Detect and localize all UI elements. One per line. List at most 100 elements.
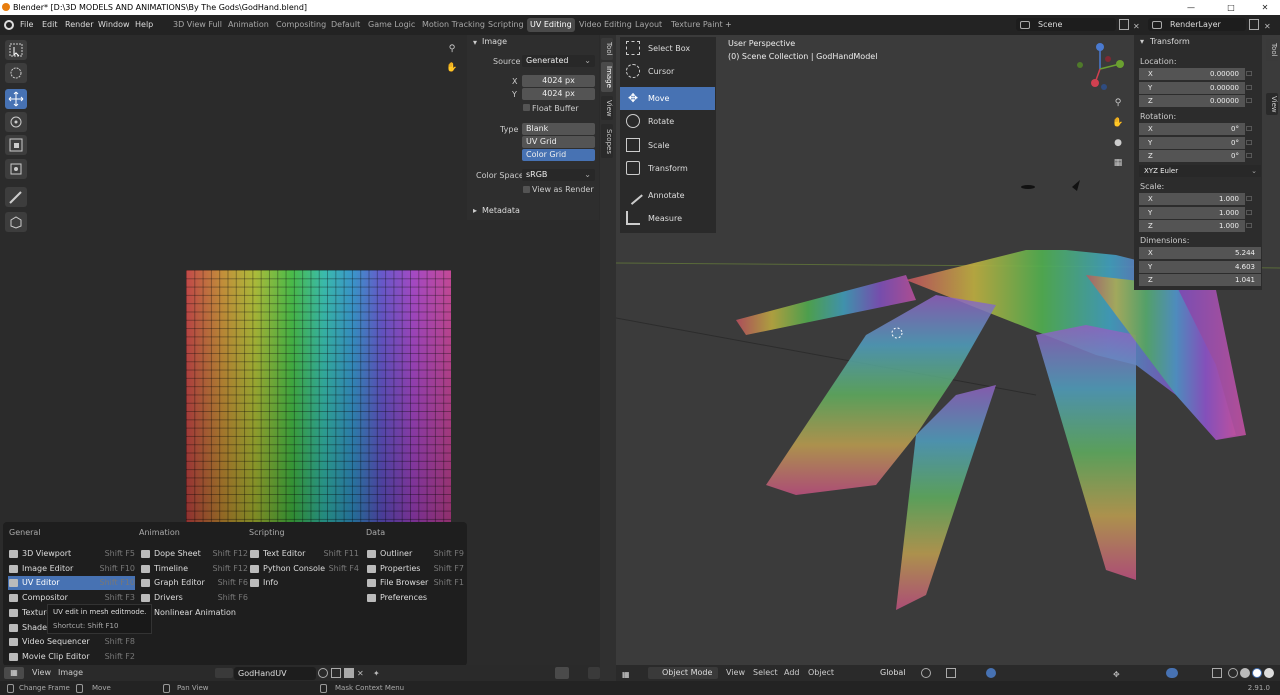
- minimize-button[interactable]: —: [1178, 0, 1204, 15]
- uv-menu-image[interactable]: Image: [58, 665, 83, 681]
- blender-menu-icon[interactable]: [4, 20, 14, 30]
- scene-selector[interactable]: Scene: [1016, 18, 1116, 31]
- tool-annotate[interactable]: Annotate: [620, 184, 715, 207]
- display-channels-button[interactable]: [588, 667, 600, 679]
- menu-item-scripting[interactable]: Python Console Shift F4: [249, 562, 359, 576]
- lock-icon[interactable]: ☐: [1246, 97, 1254, 105]
- editor-type-button[interactable]: ▦: [4, 667, 24, 679]
- menu-item-general[interactable]: Image Editor Shift F10: [8, 562, 135, 576]
- source-dropdown[interactable]: Generated ⌄: [522, 55, 595, 67]
- proportional-edit-icon[interactable]: [986, 668, 996, 678]
- tool-transform[interactable]: Transform: [620, 157, 715, 180]
- transform-tool-icon[interactable]: [5, 159, 27, 179]
- maximize-button[interactable]: □: [1218, 0, 1244, 15]
- lock-icon[interactable]: ☐: [1246, 139, 1254, 147]
- add-workspace-button[interactable]: +: [722, 18, 735, 32]
- menu-item-animation[interactable]: Graph Editor Shift F6: [140, 576, 248, 590]
- menu-item-data[interactable]: Preferences: [366, 591, 464, 605]
- new-scene-button[interactable]: [1119, 19, 1129, 30]
- location-y-field[interactable]: Y 0.00000: [1139, 81, 1245, 94]
- snap-icon[interactable]: [946, 668, 956, 678]
- dimension-z-field[interactable]: Z 1.041: [1139, 274, 1261, 286]
- scale-z-field[interactable]: Z 1.000: [1139, 220, 1245, 232]
- lock-icon[interactable]: ☐: [1246, 125, 1254, 133]
- rotation-mode-dropdown[interactable]: XYZ Euler ⌄: [1139, 165, 1261, 177]
- object-mode-dropdown[interactable]: Object Mode: [648, 667, 718, 679]
- menu-item-animation[interactable]: Nonlinear Animation: [140, 606, 248, 620]
- open-image-button[interactable]: [344, 668, 354, 678]
- dimension-x-field[interactable]: X 5.244: [1139, 247, 1261, 259]
- unlink-image-button[interactable]: ✕: [357, 666, 364, 682]
- location-x-field[interactable]: X 0.00000: [1139, 68, 1245, 80]
- menu-item-animation[interactable]: Dope Sheet Shift F12: [140, 547, 248, 561]
- image-panel-arrow-icon[interactable]: ▾: [473, 38, 477, 47]
- shading-solid-icon[interactable]: [1240, 668, 1250, 678]
- rotation-x-field[interactable]: X 0°: [1139, 123, 1245, 135]
- tab-video-editing[interactable]: Video Editing: [576, 18, 635, 32]
- tab-animation[interactable]: Animation: [225, 18, 272, 32]
- tab-scripting[interactable]: Scripting: [485, 18, 527, 32]
- lock-icon[interactable]: ☐: [1246, 70, 1254, 78]
- image-browse-button[interactable]: [215, 668, 233, 678]
- pan-hand-icon[interactable]: ✋: [1110, 115, 1126, 131]
- transform-arrow-icon[interactable]: ▾: [1140, 37, 1144, 46]
- menu-item-data[interactable]: File Browser Shift F1: [366, 576, 464, 590]
- side-tab-view[interactable]: View: [601, 96, 613, 120]
- size-x-field[interactable]: 4024 px: [522, 75, 595, 87]
- tab-motion-tracking[interactable]: Motion Tracking: [419, 18, 488, 32]
- menu-item-data[interactable]: Outliner Shift F9: [366, 547, 464, 561]
- xray-toggle-icon[interactable]: [1212, 668, 1222, 678]
- cursor-tool-icon[interactable]: [5, 63, 27, 83]
- menu-edit[interactable]: Edit: [42, 15, 58, 35]
- orientation-dropdown[interactable]: Global: [866, 667, 914, 679]
- close-button[interactable]: ✕: [1252, 0, 1278, 15]
- scale-y-field[interactable]: Y 1.000: [1139, 206, 1245, 219]
- menu-help[interactable]: Help: [135, 15, 153, 35]
- metadata-panel[interactable]: ▸ Metadata: [467, 203, 599, 220]
- scale-tool-icon[interactable]: [5, 135, 27, 155]
- tab-uv-editing[interactable]: UV Editing: [527, 18, 575, 32]
- menu-render[interactable]: Render: [65, 15, 93, 35]
- menu-item-scripting[interactable]: Info: [249, 576, 359, 590]
- image-name-field[interactable]: GodHandUV: [234, 667, 316, 680]
- type-colorgrid-option[interactable]: Color Grid: [522, 149, 595, 161]
- menu-item-general[interactable]: 3D Viewport Shift F5: [8, 547, 135, 561]
- menu-file[interactable]: File: [20, 15, 33, 35]
- vp-menu-view[interactable]: View: [726, 665, 745, 681]
- zoom-icon[interactable]: ⚲: [444, 41, 460, 57]
- float-buffer-checkbox[interactable]: [523, 104, 530, 111]
- vp-menu-select[interactable]: Select: [753, 665, 778, 681]
- tool-select-icon[interactable]: [5, 40, 27, 60]
- grid-icon[interactable]: ▦: [1110, 155, 1126, 171]
- menu-item-general[interactable]: UV Editor Shift F10: [8, 576, 135, 591]
- color-space-dropdown[interactable]: sRGB ⌄: [522, 169, 595, 181]
- pan-hand-icon[interactable]: ✋: [444, 60, 460, 76]
- tab-3d-view-full[interactable]: 3D View Full: [170, 18, 225, 32]
- tool-scale[interactable]: Scale: [620, 134, 715, 157]
- lock-icon[interactable]: ☐: [1246, 222, 1254, 230]
- tab-game-logic[interactable]: Game Logic: [365, 18, 418, 32]
- view-as-render-checkbox[interactable]: [523, 186, 530, 193]
- zoom-icon[interactable]: ⚲: [1110, 95, 1126, 111]
- side-tab-scopes[interactable]: Scopes: [601, 124, 613, 158]
- shading-wireframe-icon[interactable]: [1228, 668, 1238, 678]
- shading-material-icon[interactable]: [1252, 668, 1262, 678]
- tool-move[interactable]: ✥ Move: [620, 87, 715, 110]
- camera-icon[interactable]: ●: [1110, 135, 1126, 151]
- side-tab-tool[interactable]: Tool: [601, 38, 613, 60]
- menu-item-animation[interactable]: Timeline Shift F12: [140, 562, 248, 576]
- rotate-tool-icon[interactable]: [5, 112, 27, 132]
- delete-layer-button[interactable]: ✕: [1264, 17, 1271, 37]
- 3d-viewport[interactable]: Select Box Cursor ✥ Move Rotate Scale Tra…: [616, 35, 1280, 665]
- move-tool-icon[interactable]: [5, 89, 27, 109]
- tool-measure[interactable]: Measure: [620, 207, 715, 230]
- side-tab-view-3d[interactable]: View: [1266, 93, 1278, 115]
- fake-user-button[interactable]: [318, 668, 328, 678]
- tab-layout[interactable]: Layout: [632, 18, 665, 32]
- rotation-y-field[interactable]: Y 0°: [1139, 136, 1245, 149]
- size-y-field[interactable]: 4024 px: [522, 88, 595, 100]
- lock-icon[interactable]: ☐: [1246, 84, 1254, 92]
- vp-menu-object[interactable]: Object: [808, 665, 834, 681]
- type-blank-option[interactable]: Blank: [522, 123, 595, 135]
- tab-compositing[interactable]: Compositing: [273, 18, 329, 32]
